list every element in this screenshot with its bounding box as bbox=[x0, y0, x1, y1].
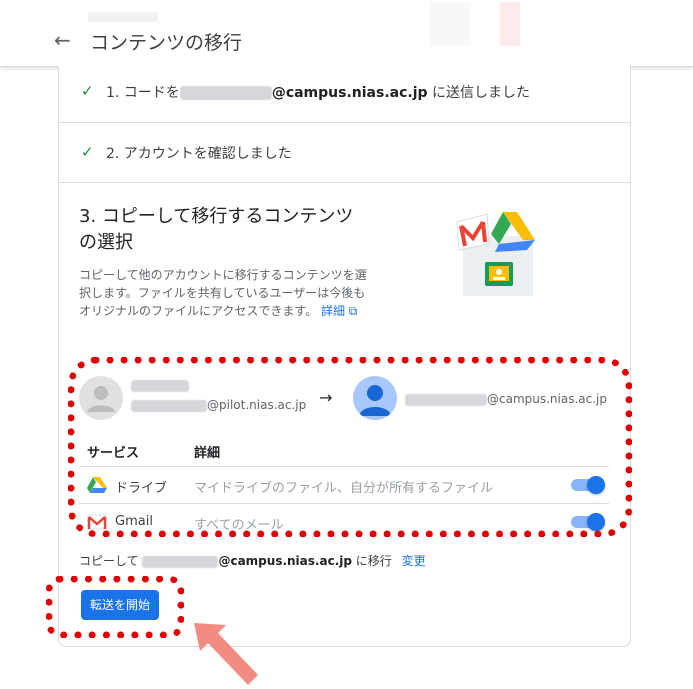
step-account-verified-text: 2. アカウントを確認しました bbox=[106, 146, 292, 162]
check-icon: ✓ bbox=[81, 143, 94, 161]
redacted-target-user bbox=[142, 555, 219, 568]
learn-more-link[interactable]: 詳細 ⧉ bbox=[321, 304, 357, 318]
highlight-box-start-button bbox=[46, 576, 184, 638]
background-ghost-icons bbox=[430, 2, 570, 46]
highlight-box-services bbox=[68, 357, 632, 537]
external-link-icon: ⧉ bbox=[348, 304, 358, 318]
redacted-username bbox=[179, 86, 272, 100]
arrow-left-icon[interactable]: ← bbox=[54, 30, 71, 50]
check-icon: ✓ bbox=[81, 82, 94, 100]
step-account-verified: ✓ 2. アカウントを確認しました bbox=[59, 122, 630, 183]
migration-illustration-icon bbox=[456, 212, 535, 296]
background-ghost-text bbox=[88, 12, 158, 22]
section-description: コピーして他のアカウントに移行するコンテンツを選択します。ファイルを共有している… bbox=[79, 268, 367, 318]
pointer-arrow-icon bbox=[194, 623, 258, 685]
step-code-sent-text: 1. コードを @campus.nias.ac.jp に送信しました bbox=[106, 85, 530, 101]
top-app-bar: ← コンテンツの移行 bbox=[0, 0, 693, 67]
step-code-sent: ✓ 1. コードを @campus.nias.ac.jp に送信しました bbox=[59, 66, 630, 123]
page-title: コンテンツの移行 bbox=[90, 32, 243, 54]
section-title: 3. コピーして移行するコンテンツの選択 bbox=[79, 206, 354, 253]
copy-target-line: コピーして @campus.nias.ac.jp に移行 変更 bbox=[79, 554, 426, 568]
change-destination-link[interactable]: 変更 bbox=[402, 554, 426, 568]
